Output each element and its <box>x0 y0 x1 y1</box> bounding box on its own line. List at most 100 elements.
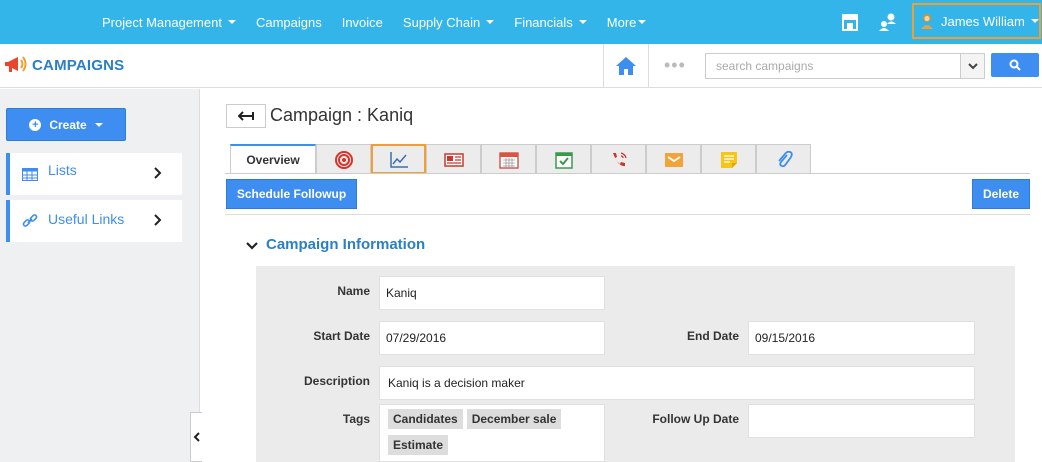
menu-financials[interactable]: Financials <box>504 0 597 44</box>
chevron-right-icon <box>154 214 162 226</box>
name-label: Name <box>337 284 370 298</box>
note-icon <box>720 151 737 168</box>
end-date-label: End Date <box>686 329 739 343</box>
start-date-field[interactable]: 07/29/2016 <box>379 321 605 355</box>
chevron-down-icon <box>246 241 258 250</box>
start-date-value: 07/29/2016 <box>386 331 447 345</box>
menu-label: Campaigns <box>255 14 322 30</box>
button-label: Schedule Followup <box>236 187 347 201</box>
attachment-icon <box>777 150 793 167</box>
menu-supply-chain[interactable]: Supply Chain <box>393 0 504 44</box>
module-title: CAMPAIGNS <box>32 56 125 74</box>
end-date-field[interactable]: 09/15/2016 <box>748 321 975 355</box>
tab-target[interactable] <box>316 144 371 174</box>
search-input[interactable] <box>706 54 960 78</box>
caret-down-icon <box>486 20 495 24</box>
tag-chip[interactable]: Candidates <box>388 409 463 429</box>
button-label: Delete <box>982 187 1020 201</box>
tags-field[interactable]: Candidates December sale Estimate <box>379 404 605 462</box>
page-title: Campaign : Kaniq <box>270 105 414 125</box>
mail-icon <box>664 152 683 167</box>
tab-mail[interactable] <box>646 144 701 174</box>
menu-label: Supply Chain <box>402 14 481 30</box>
menu-label: More <box>606 14 637 30</box>
megaphone-icon <box>5 56 27 72</box>
user-menu[interactable]: James William <box>912 3 1041 39</box>
follow-up-date-field[interactable] <box>748 404 975 438</box>
tags-label: Tags <box>342 412 370 426</box>
follow-up-date-label: Follow Up Date <box>652 412 739 426</box>
sidebar-item-useful-links[interactable]: Useful Links <box>6 200 182 242</box>
store-icon[interactable] <box>838 10 862 34</box>
search-button[interactable] <box>991 53 1039 77</box>
top-navbar: Project Management Campaigns Invoice Sup… <box>0 0 1042 44</box>
schedule-followup-button[interactable]: Schedule Followup <box>226 179 357 209</box>
tab-overview[interactable]: Overview <box>230 144 316 174</box>
tab-newspaper[interactable] <box>426 144 481 174</box>
back-arrow-icon <box>238 111 254 121</box>
sidebar: + Create Lists Useful Links <box>0 89 200 462</box>
link-icon <box>22 214 38 228</box>
main-menu: Project Management Campaigns Invoice Sup… <box>92 0 656 44</box>
name-value: Kaniq <box>386 286 417 300</box>
target-icon <box>334 150 353 169</box>
module-brand: CAMPAIGNS <box>4 54 124 76</box>
task-check-icon <box>554 151 573 169</box>
tag-chip[interactable]: Estimate <box>388 435 449 455</box>
tab-attachment[interactable] <box>756 144 811 174</box>
newspaper-icon <box>443 152 464 167</box>
user-name: James William <box>941 13 1025 29</box>
create-label: Create <box>49 117 87 132</box>
caret-down-icon <box>1030 19 1039 23</box>
tab-note[interactable] <box>701 144 756 174</box>
menu-label: Invoice <box>341 14 383 30</box>
caret-down-icon <box>578 20 587 24</box>
module-header: CAMPAIGNS ••• <box>0 44 1042 88</box>
tab-chart[interactable] <box>371 144 426 174</box>
chevron-down-icon <box>967 62 978 69</box>
search-box <box>705 53 985 79</box>
caret-down-icon <box>638 20 647 24</box>
description-label: Description <box>303 374 370 388</box>
home-button[interactable] <box>603 44 649 88</box>
menu-project-management[interactable]: Project Management <box>92 0 246 44</box>
user-avatar-icon <box>921 14 933 29</box>
create-button[interactable]: + Create <box>6 108 126 141</box>
sidebar-item-label: Lists <box>48 162 77 178</box>
record-tabs: Overview <box>230 144 811 174</box>
description-field[interactable]: Kaniq is a decision maker <box>379 366 975 400</box>
plus-circle-icon: + <box>29 118 42 131</box>
home-icon <box>616 57 636 75</box>
tab-label: Overview <box>246 153 300 167</box>
menu-more[interactable]: More <box>597 0 657 44</box>
tab-task[interactable] <box>536 144 591 174</box>
table-icon <box>22 167 38 181</box>
tab-calendar[interactable] <box>481 144 536 174</box>
tabs-divider <box>225 173 1030 174</box>
more-dots-icon[interactable]: ••• <box>664 56 686 74</box>
start-date-label: Start Date <box>313 329 370 343</box>
search-icon <box>1009 59 1021 71</box>
chevron-right-icon <box>154 167 162 179</box>
menu-campaigns[interactable]: Campaigns <box>246 0 332 44</box>
sidebar-collapse-toggle[interactable] <box>190 412 202 462</box>
sidebar-item-lists[interactable]: Lists <box>6 153 182 195</box>
section-title: Campaign Information <box>266 236 426 253</box>
caret-down-icon <box>94 122 103 127</box>
chevron-left-icon <box>193 432 200 442</box>
tag-chip[interactable]: December sale <box>466 409 562 429</box>
search-dropdown[interactable] <box>960 54 984 78</box>
menu-invoice[interactable]: Invoice <box>332 0 393 44</box>
chart-icon <box>389 151 408 168</box>
caret-down-icon <box>227 20 236 24</box>
section-campaign-information[interactable]: Campaign Information <box>246 236 425 253</box>
end-date-value: 09/15/2016 <box>755 331 816 345</box>
people-icon[interactable] <box>876 10 900 34</box>
menu-label: Project Management <box>102 14 222 30</box>
name-field[interactable]: Kaniq <box>379 276 605 310</box>
back-button[interactable] <box>226 104 266 128</box>
delete-button[interactable]: Delete <box>972 179 1030 209</box>
phone-icon <box>612 151 627 166</box>
menu-label: Financials <box>514 14 573 30</box>
tab-phone[interactable] <box>591 144 646 174</box>
